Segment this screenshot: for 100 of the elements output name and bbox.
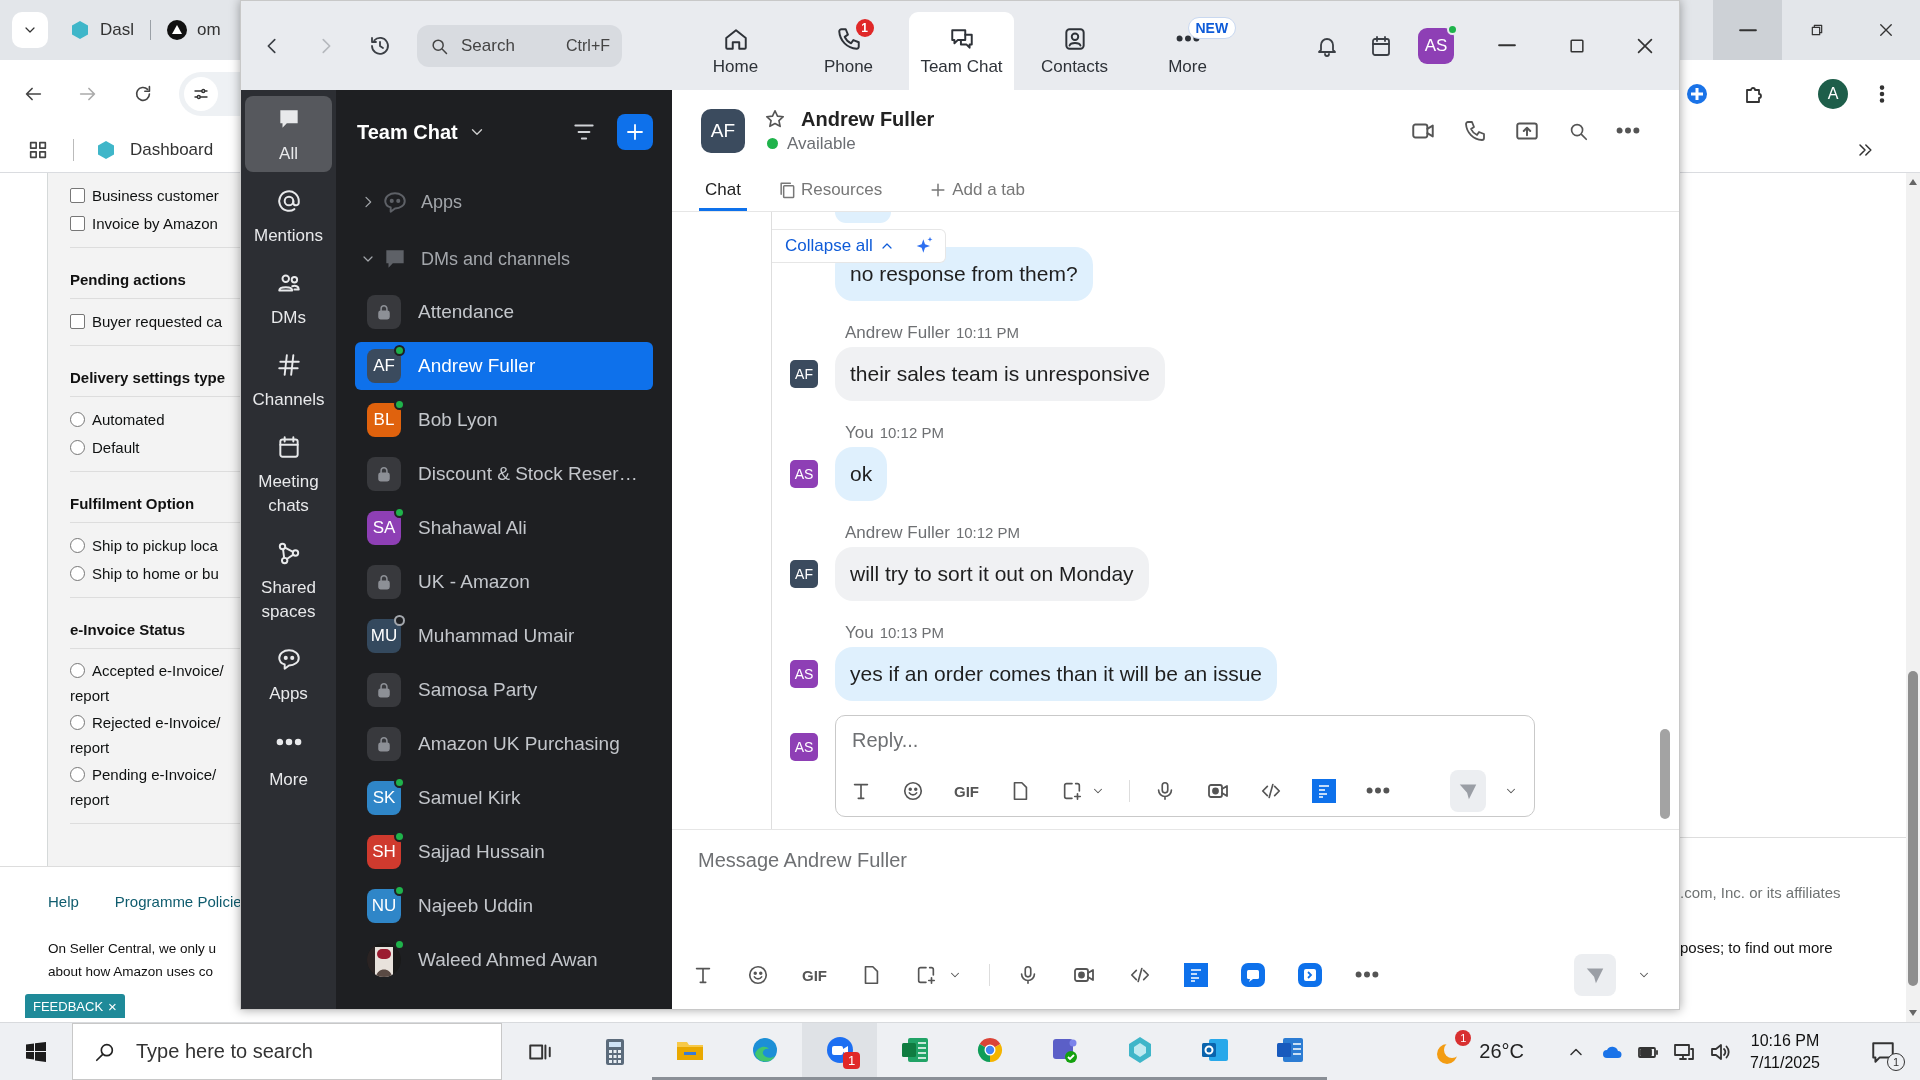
notes-app-icon[interactable] (1184, 963, 1208, 987)
chat-list-item[interactable]: MU Muhammad Umair (355, 612, 653, 660)
scrollbar[interactable] (1906, 173, 1920, 1022)
chat-list-item[interactable]: SH Sajjad Hussain (355, 828, 653, 876)
chat-list-item[interactable]: SK Samuel Kirk (355, 774, 653, 822)
reply-input[interactable]: Reply... (850, 726, 1534, 754)
radio-button[interactable] (70, 537, 85, 553)
apps-grid-icon[interactable] (27, 139, 49, 161)
search-input[interactable]: Type here to search (134, 1039, 498, 1064)
avatar: SK (367, 781, 401, 815)
avatar: AS (790, 460, 818, 488)
nav-tab[interactable]: Home (683, 12, 788, 90)
temperature-text[interactable]: 26°C (1479, 1040, 1524, 1063)
avatar: AF (790, 360, 818, 388)
phone-icon[interactable] (1463, 118, 1487, 143)
radio-button[interactable] (70, 411, 85, 427)
star-icon[interactable] (764, 108, 786, 130)
nav-tab[interactable]: Team Chat (909, 12, 1014, 90)
site-settings-button[interactable] (184, 77, 218, 111)
rail-item[interactable]: Apps (245, 636, 332, 712)
radio-button[interactable] (70, 766, 85, 782)
chat-list-item[interactable]: Amazon UK Purchasing (355, 720, 653, 768)
chat-list-item[interactable]: UK - Amazon (355, 558, 653, 606)
chat-tab[interactable]: Chat (699, 171, 747, 211)
add-tab-button[interactable]: Add a tab (922, 171, 1031, 211)
chat-list-item[interactable]: Waleed Ahmed Awan (355, 936, 653, 984)
chat-list-item[interactable]: Discount & Stock Reser… (355, 450, 653, 498)
radio-button[interactable] (70, 714, 85, 730)
chat-list-item[interactable]: Attendance (355, 288, 653, 336)
search-field[interactable]: Search Ctrl+F (417, 24, 622, 67)
message-bubble: yes if an order comes than it will be an issue (835, 647, 1278, 701)
section-header[interactable]: Apps (355, 182, 653, 222)
new-chat-button[interactable] (617, 114, 653, 150)
browser-tab[interactable]: Dasl (70, 20, 134, 40)
search-field[interactable]: Type here to search (72, 1023, 502, 1080)
notes-app-icon[interactable] (1311, 779, 1336, 803)
checkbox[interactable] (70, 215, 85, 231)
option-label: Buyer requested ca (92, 312, 223, 330)
checkbox[interactable] (70, 187, 85, 203)
hexagon-icon (70, 20, 90, 40)
screenshot-icon[interactable] (1061, 780, 1083, 802)
nav-tab[interactable]: Contacts (1022, 12, 1127, 90)
rail-item[interactable]: Shared spaces (245, 530, 332, 630)
emoji-icon[interactable] (747, 964, 769, 986)
radio-button[interactable] (70, 662, 85, 678)
message-app-icon[interactable] (1241, 963, 1265, 987)
user-avatar[interactable]: AS (1418, 27, 1454, 64)
address-bar[interactable] (179, 72, 240, 116)
reply-box[interactable]: Reply... GIF (835, 715, 1535, 817)
search-input[interactable]: Search (459, 34, 553, 57)
profile-avatar[interactable]: A (1818, 79, 1848, 109)
checkbox[interactable] (70, 313, 85, 329)
emoji-icon[interactable] (902, 780, 924, 802)
section-header[interactable]: DMs and channels (355, 239, 653, 279)
rail-item[interactable]: All (245, 96, 332, 172)
rail-item[interactable]: Channels (245, 342, 332, 418)
contact-avatar: AF (701, 108, 745, 153)
sender-name: You (845, 423, 874, 443)
chat-list-item[interactable]: Samosa Party (355, 666, 653, 714)
rail-item[interactable]: Meeting chats (245, 424, 332, 524)
message-input[interactable]: Message Andrew Fuller (696, 846, 1200, 874)
radio-button[interactable] (70, 439, 85, 455)
footer-link[interactable]: Programme Policie (114, 892, 242, 910)
extension-icon[interactable] (1685, 82, 1709, 106)
more-icon[interactable] (1355, 971, 1379, 979)
more-icon[interactable] (1616, 126, 1640, 135)
clock[interactable]: 10:16 PM 7/11/2025 (1750, 1023, 1820, 1080)
avatar: SA (367, 511, 401, 545)
more-icon (275, 738, 302, 746)
chat-tab[interactable]: Resources (770, 171, 889, 211)
message-bubble (835, 212, 891, 223)
taskbar-button[interactable]: 1 (802, 1023, 877, 1080)
chat-list-item[interactable]: BL Bob Lyon (355, 396, 653, 444)
nav-tab[interactable]: NEW More (1135, 12, 1240, 90)
prompt-app-icon[interactable] (1298, 963, 1322, 987)
shortcut-hint: Ctrl+F (566, 36, 610, 55)
gif-button[interactable]: GIF (954, 782, 979, 800)
chat-list-item[interactable]: SA Shahawal Ali (355, 504, 653, 552)
message-time: 10:11 PM (955, 324, 1019, 341)
feedback-button[interactable]: FEEDBACK × (25, 994, 125, 1018)
bookmark[interactable]: Dashboard (96, 140, 214, 160)
more-icon[interactable] (1365, 787, 1390, 795)
screenshot-icon[interactable] (915, 964, 937, 986)
send-button[interactable] (1574, 954, 1616, 996)
chat-list-item[interactable]: NU Najeeb Uddin (355, 882, 653, 930)
footer-link[interactable]: Help (48, 892, 79, 910)
gif-button[interactable]: GIF (802, 966, 827, 984)
browser-tab[interactable]: om (150, 20, 221, 40)
lock-icon (367, 727, 401, 761)
count-badge: 1 (855, 19, 874, 37)
chat-list-item[interactable]: AF Andrew Fuller (355, 342, 653, 390)
radio-button[interactable] (70, 565, 85, 581)
rail-item[interactable]: Mentions (245, 178, 332, 254)
option-label: report (70, 686, 111, 706)
panel-title[interactable]: Team Chat (357, 120, 458, 144)
send-button[interactable] (1449, 770, 1486, 812)
avatar: BL (367, 403, 401, 437)
rail-item[interactable]: More (245, 718, 332, 798)
nav-tab[interactable]: 1 Phone (796, 12, 901, 90)
rail-item[interactable]: DMs (245, 260, 332, 336)
